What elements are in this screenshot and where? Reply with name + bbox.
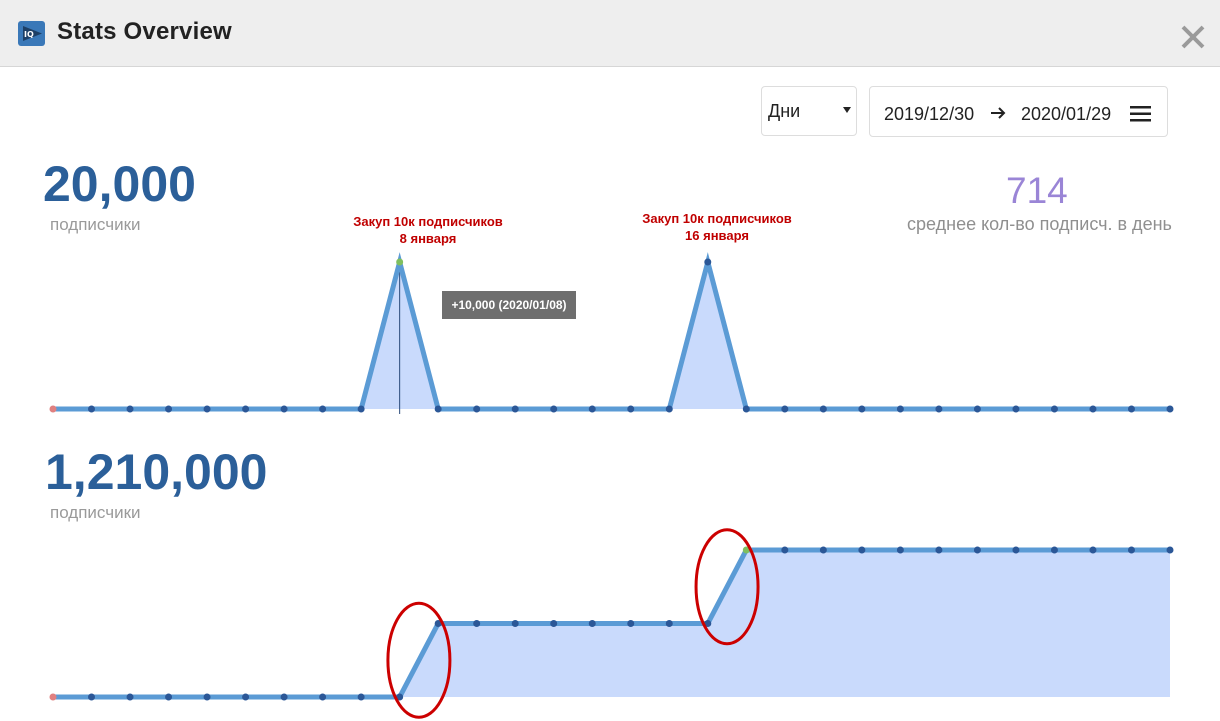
- cumulative-subscribers-chart[interactable]: [49, 528, 1174, 719]
- data-point[interactable]: [1127, 405, 1135, 413]
- data-point[interactable]: [781, 405, 789, 413]
- data-point[interactable]: [511, 620, 519, 627]
- data-point[interactable]: [203, 405, 211, 413]
- data-point[interactable]: [627, 620, 635, 627]
- data-point[interactable]: [1012, 546, 1020, 554]
- data-point[interactable]: [434, 405, 442, 413]
- data-point[interactable]: [319, 693, 327, 701]
- data-point[interactable]: [1089, 546, 1097, 554]
- data-point[interactable]: [665, 620, 673, 627]
- data-point[interactable]: [511, 405, 519, 413]
- data-point[interactable]: [165, 405, 173, 413]
- data-point[interactable]: [935, 405, 943, 413]
- data-point[interactable]: [203, 693, 211, 701]
- data-point[interactable]: [242, 693, 250, 701]
- data-point[interactable]: [473, 405, 481, 413]
- data-point[interactable]: [280, 693, 288, 701]
- data-point[interactable]: [742, 405, 750, 413]
- data-point[interactable]: [49, 405, 57, 413]
- data-point[interactable]: [1166, 546, 1174, 554]
- data-point[interactable]: [973, 546, 981, 554]
- data-point[interactable]: [588, 620, 596, 627]
- data-point[interactable]: [665, 405, 673, 413]
- data-point[interactable]: [1050, 405, 1058, 413]
- data-point[interactable]: [126, 405, 134, 413]
- data-point[interactable]: [357, 405, 365, 413]
- data-point[interactable]: [319, 405, 327, 413]
- charts-canvas: [49, 252, 1174, 719]
- data-point[interactable]: [88, 693, 96, 701]
- area-fill: [53, 262, 1170, 409]
- data-point[interactable]: [588, 405, 596, 413]
- data-point[interactable]: [704, 258, 712, 266]
- data-point[interactable]: [1012, 405, 1020, 413]
- data-point[interactable]: [280, 405, 288, 413]
- data-point[interactable]: [49, 693, 57, 701]
- data-point[interactable]: [627, 405, 635, 413]
- data-point[interactable]: [858, 405, 866, 413]
- data-point[interactable]: [781, 546, 789, 554]
- series-line: [53, 252, 1170, 412]
- data-point[interactable]: [165, 693, 173, 701]
- data-point[interactable]: [935, 546, 943, 554]
- data-point[interactable]: [896, 405, 904, 413]
- data-point[interactable]: [858, 546, 866, 554]
- data-point[interactable]: [1166, 405, 1174, 413]
- chart-tooltip: +10,000 (2020/01/08): [442, 291, 576, 319]
- data-point[interactable]: [242, 405, 250, 413]
- data-point[interactable]: [1050, 546, 1058, 554]
- data-point[interactable]: [550, 405, 558, 413]
- data-point[interactable]: [1089, 405, 1097, 413]
- data-point[interactable]: [396, 258, 404, 266]
- data-point[interactable]: [819, 546, 827, 554]
- data-point[interactable]: [819, 405, 827, 413]
- data-point[interactable]: [473, 620, 481, 627]
- daily-subscribers-chart[interactable]: [49, 252, 1174, 415]
- data-point[interactable]: [357, 693, 365, 701]
- data-point[interactable]: [1127, 546, 1135, 554]
- data-point[interactable]: [896, 546, 904, 554]
- data-point[interactable]: [126, 693, 134, 701]
- data-point[interactable]: [88, 405, 96, 413]
- data-point[interactable]: [973, 405, 981, 413]
- data-point[interactable]: [550, 620, 558, 627]
